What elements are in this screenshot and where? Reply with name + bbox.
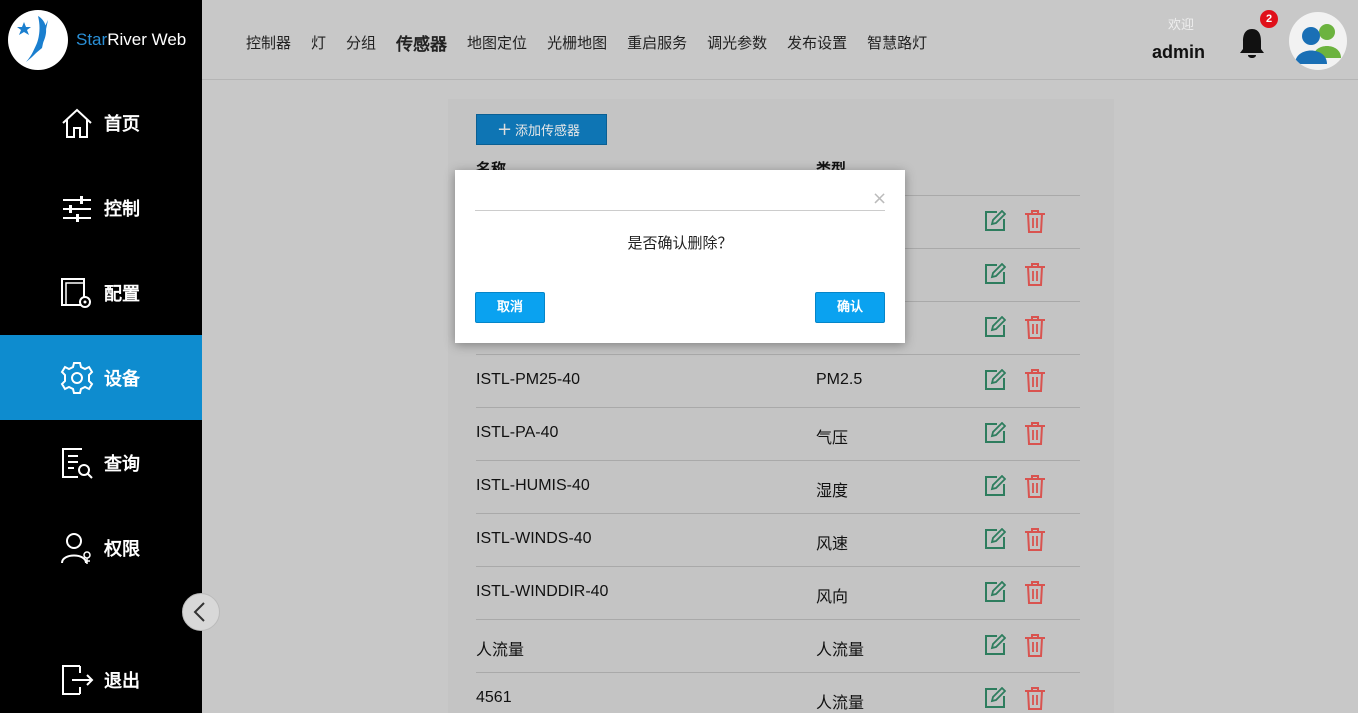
sidebar-item-label: 查询 <box>104 453 140 475</box>
sidebar-item-label: 设备 <box>104 368 140 390</box>
username[interactable]: admin <box>1152 42 1205 63</box>
delete-icon[interactable] <box>1024 209 1046 233</box>
tab-light[interactable]: 灯 <box>311 32 326 55</box>
delete-icon[interactable] <box>1024 527 1046 551</box>
sidebar-item-label: 配置 <box>104 283 140 305</box>
sensor-type: 气压 <box>816 430 849 447</box>
brand-name: StarRiver Web <box>76 30 187 49</box>
delete-icon[interactable] <box>1024 315 1046 339</box>
logo-icon <box>8 10 68 70</box>
delete-icon[interactable] <box>1024 580 1046 604</box>
table-row: ISTL-WINDDIR-40 风向 <box>476 566 1080 619</box>
home-icon <box>62 108 92 138</box>
close-icon[interactable]: × <box>872 188 887 209</box>
tab-controller[interactable]: 控制器 <box>246 32 291 55</box>
sensor-name: ISTL-WINDS-40 <box>476 530 592 547</box>
cancel-button[interactable]: 取消 <box>475 292 545 323</box>
tab-restart-service[interactable]: 重启服务 <box>627 32 687 55</box>
chevron-left-icon <box>193 602 205 622</box>
sidebar-item-home[interactable]: 首页 <box>0 80 202 165</box>
sidebar-item-label: 权限 <box>104 538 140 560</box>
sensor-name: 4561 <box>476 689 512 706</box>
add-sensor-button[interactable]: + 添加传感器 <box>476 114 607 145</box>
sidebar-item-permission[interactable]: 权限 <box>0 505 202 590</box>
edit-icon[interactable] <box>984 475 1006 497</box>
plus-icon: + <box>497 119 513 140</box>
tab-group[interactable]: 分组 <box>346 32 376 55</box>
sidebar-collapse-button[interactable] <box>182 593 220 631</box>
delete-icon[interactable] <box>1024 262 1046 286</box>
bell-icon[interactable] <box>1238 26 1266 60</box>
table-row: 人流量 人流量 <box>476 619 1080 672</box>
sensor-type: 人流量 <box>816 642 865 659</box>
edit-icon[interactable] <box>984 422 1006 444</box>
sidebar-item-device[interactable]: 设备 <box>0 335 202 420</box>
tab-dimming-params[interactable]: 调光参数 <box>707 32 767 55</box>
avatar[interactable] <box>1289 12 1347 70</box>
delete-icon[interactable] <box>1024 686 1046 710</box>
sidebar-item-label: 首页 <box>104 113 140 135</box>
sidebar-item-config[interactable]: 配置 <box>0 250 202 335</box>
logout-label: 退出 <box>104 670 140 692</box>
top-bar: 控制器 灯 分组 传感器 地图定位 光栅地图 重启服务 调光参数 发布设置 智慧… <box>202 0 1358 80</box>
sensor-type: 湿度 <box>816 483 849 500</box>
welcome-text: 欢迎 <box>1168 18 1195 33</box>
sensor-name: ISTL-PM25-40 <box>476 371 581 388</box>
logo[interactable]: StarRiver Web <box>0 0 202 80</box>
edit-icon[interactable] <box>984 369 1006 391</box>
logout-icon <box>62 664 94 695</box>
delete-icon[interactable] <box>1024 368 1046 392</box>
delete-icon[interactable] <box>1024 474 1046 498</box>
top-nav: 控制器 灯 分组 传感器 地图定位 光栅地图 重启服务 调光参数 发布设置 智慧… <box>246 32 947 55</box>
notification-badge: 2 <box>1260 10 1278 28</box>
edit-icon[interactable] <box>984 316 1006 338</box>
sensor-type: 风速 <box>816 536 849 553</box>
sidebar: StarRiver Web 首页 控制 配置 设备 查询 权限 退出 <box>0 0 202 713</box>
confirm-button[interactable]: 确认 <box>815 292 885 323</box>
table-row: ISTL-PM25-40 PM2.5 <box>476 354 1080 407</box>
edit-icon[interactable] <box>984 528 1006 550</box>
tab-raster-map[interactable]: 光栅地图 <box>547 32 607 55</box>
edit-icon[interactable] <box>984 634 1006 656</box>
divider <box>475 210 885 211</box>
tab-publish-settings[interactable]: 发布设置 <box>787 32 847 55</box>
sidebar-item-query[interactable]: 查询 <box>0 420 202 505</box>
table-row: 4561 人流量 <box>476 672 1080 713</box>
logout-button[interactable]: 退出 <box>0 637 202 713</box>
dialog-message: 是否确认删除？ <box>627 234 733 252</box>
sensor-name: ISTL-WINDDIR-40 <box>476 583 609 600</box>
delete-icon[interactable] <box>1024 421 1046 445</box>
gear-icon <box>60 361 94 394</box>
users-icon <box>1295 24 1341 64</box>
sidebar-item-control[interactable]: 控制 <box>0 165 202 250</box>
sensor-name: 人流量 <box>476 642 525 659</box>
user-key-icon <box>61 532 91 564</box>
confirm-delete-dialog: × 是否确认删除？ 取消 确认 <box>455 170 905 343</box>
table-row: ISTL-HUMIS-40 湿度 <box>476 460 1080 513</box>
add-sensor-label: 添加传感器 <box>515 124 581 139</box>
tab-sensor[interactable]: 传感器 <box>396 30 447 55</box>
tab-smart-streetlight[interactable]: 智慧路灯 <box>867 32 927 55</box>
search-doc-icon <box>62 447 93 479</box>
sensor-name: ISTL-HUMIS-40 <box>476 477 590 494</box>
sensor-type: PM2.5 <box>816 371 863 388</box>
tab-map-location[interactable]: 地图定位 <box>467 32 527 55</box>
sensor-type: 人流量 <box>816 695 865 712</box>
table-row: ISTL-WINDS-40 风速 <box>476 513 1080 566</box>
table-row: ISTL-PA-40 气压 <box>476 407 1080 460</box>
edit-icon[interactable] <box>984 210 1006 232</box>
edit-icon[interactable] <box>984 581 1006 603</box>
sidebar-item-label: 控制 <box>104 198 140 220</box>
sensor-type: 风向 <box>816 589 849 606</box>
edit-icon[interactable] <box>984 263 1006 285</box>
sensor-name: ISTL-PA-40 <box>476 424 559 441</box>
sliders-icon <box>63 195 91 222</box>
delete-icon[interactable] <box>1024 633 1046 657</box>
config-icon <box>61 277 91 308</box>
edit-icon[interactable] <box>984 687 1006 709</box>
